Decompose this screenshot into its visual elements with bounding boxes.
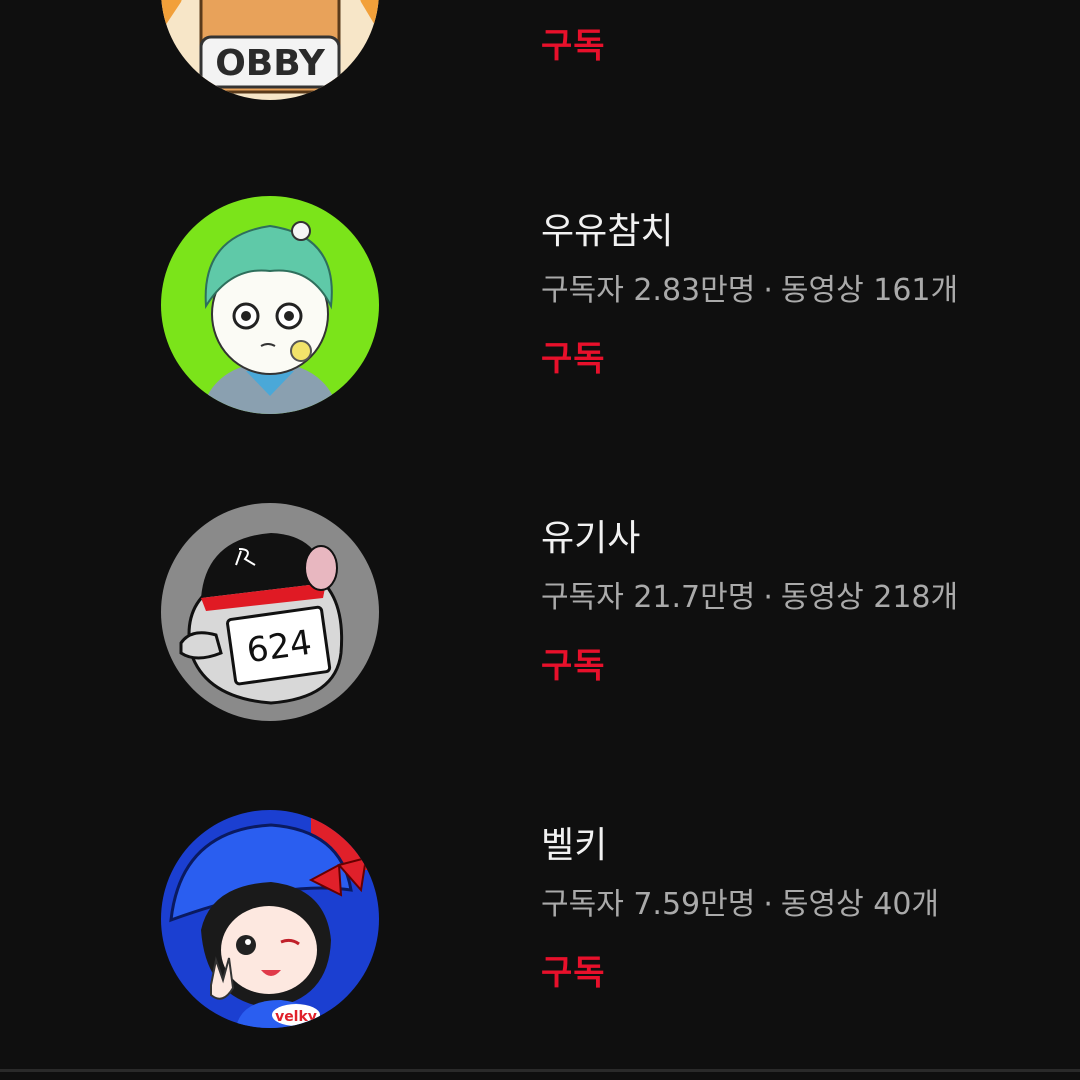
channel-stats: 구독자 7.59만명 · 동영상 40개 xyxy=(541,886,939,924)
channel-stats: 구독자 2.83만명 · 동영상 161개 xyxy=(541,272,958,310)
avatar-logo-text: OBBY xyxy=(215,43,326,84)
video-count: 동영상 161개 xyxy=(780,273,959,308)
avatar-image-character: 624 xyxy=(161,503,379,721)
subscriber-count: 구독자 7.59만명 xyxy=(541,887,756,922)
video-count: 동영상 40개 xyxy=(780,887,940,922)
video-count: 동영상 218개 xyxy=(780,580,959,615)
subscribe-button[interactable]: 구독 xyxy=(541,25,606,67)
channel-stats: 구독자 21.7만명 · 동영상 218개 xyxy=(541,579,958,617)
channel-row[interactable]: velky 벨키 구독자 7.59만명 · 동영상 40개 구독 xyxy=(0,804,1080,1034)
subscribe-button[interactable]: 구독 xyxy=(541,338,606,380)
avatar-logo-text: velky xyxy=(275,1009,317,1025)
channel-row[interactable]: 624 유기사 구독자 21.7만명 · 동영상 218개 구독 xyxy=(0,497,1080,727)
channel-list: OBBY 구독 우유참치 구독자 2.83만명 · 동영상 161개 구독 62… xyxy=(0,0,1080,1080)
bottom-divider xyxy=(0,1069,1080,1072)
channel-name[interactable]: 우유참치 xyxy=(541,210,673,254)
channel-name[interactable]: 유기사 xyxy=(541,517,640,561)
subscribe-button[interactable]: 구독 xyxy=(541,952,606,994)
channel-name[interactable]: 벨키 xyxy=(541,824,607,868)
channel-avatar[interactable]: velky xyxy=(161,810,379,1028)
channel-avatar[interactable] xyxy=(161,196,379,414)
subscriber-count: 구독자 21.7만명 xyxy=(541,580,756,615)
separator: · xyxy=(763,273,773,308)
channel-avatar[interactable]: OBBY xyxy=(161,0,379,100)
subscribe-button[interactable]: 구독 xyxy=(541,645,606,687)
channel-avatar[interactable]: 624 xyxy=(161,503,379,721)
subscriber-count: 구독자 2.83만명 xyxy=(541,273,756,308)
avatar-image-character xyxy=(161,196,379,414)
channel-row[interactable]: OBBY 구독 xyxy=(0,0,1080,107)
channel-row[interactable]: 우유참치 구독자 2.83만명 · 동영상 161개 구독 xyxy=(0,190,1080,420)
avatar-image-obby: OBBY xyxy=(161,0,379,100)
avatar-image-character: velky xyxy=(161,810,379,1028)
separator: · xyxy=(763,580,773,615)
separator: · xyxy=(763,887,773,922)
